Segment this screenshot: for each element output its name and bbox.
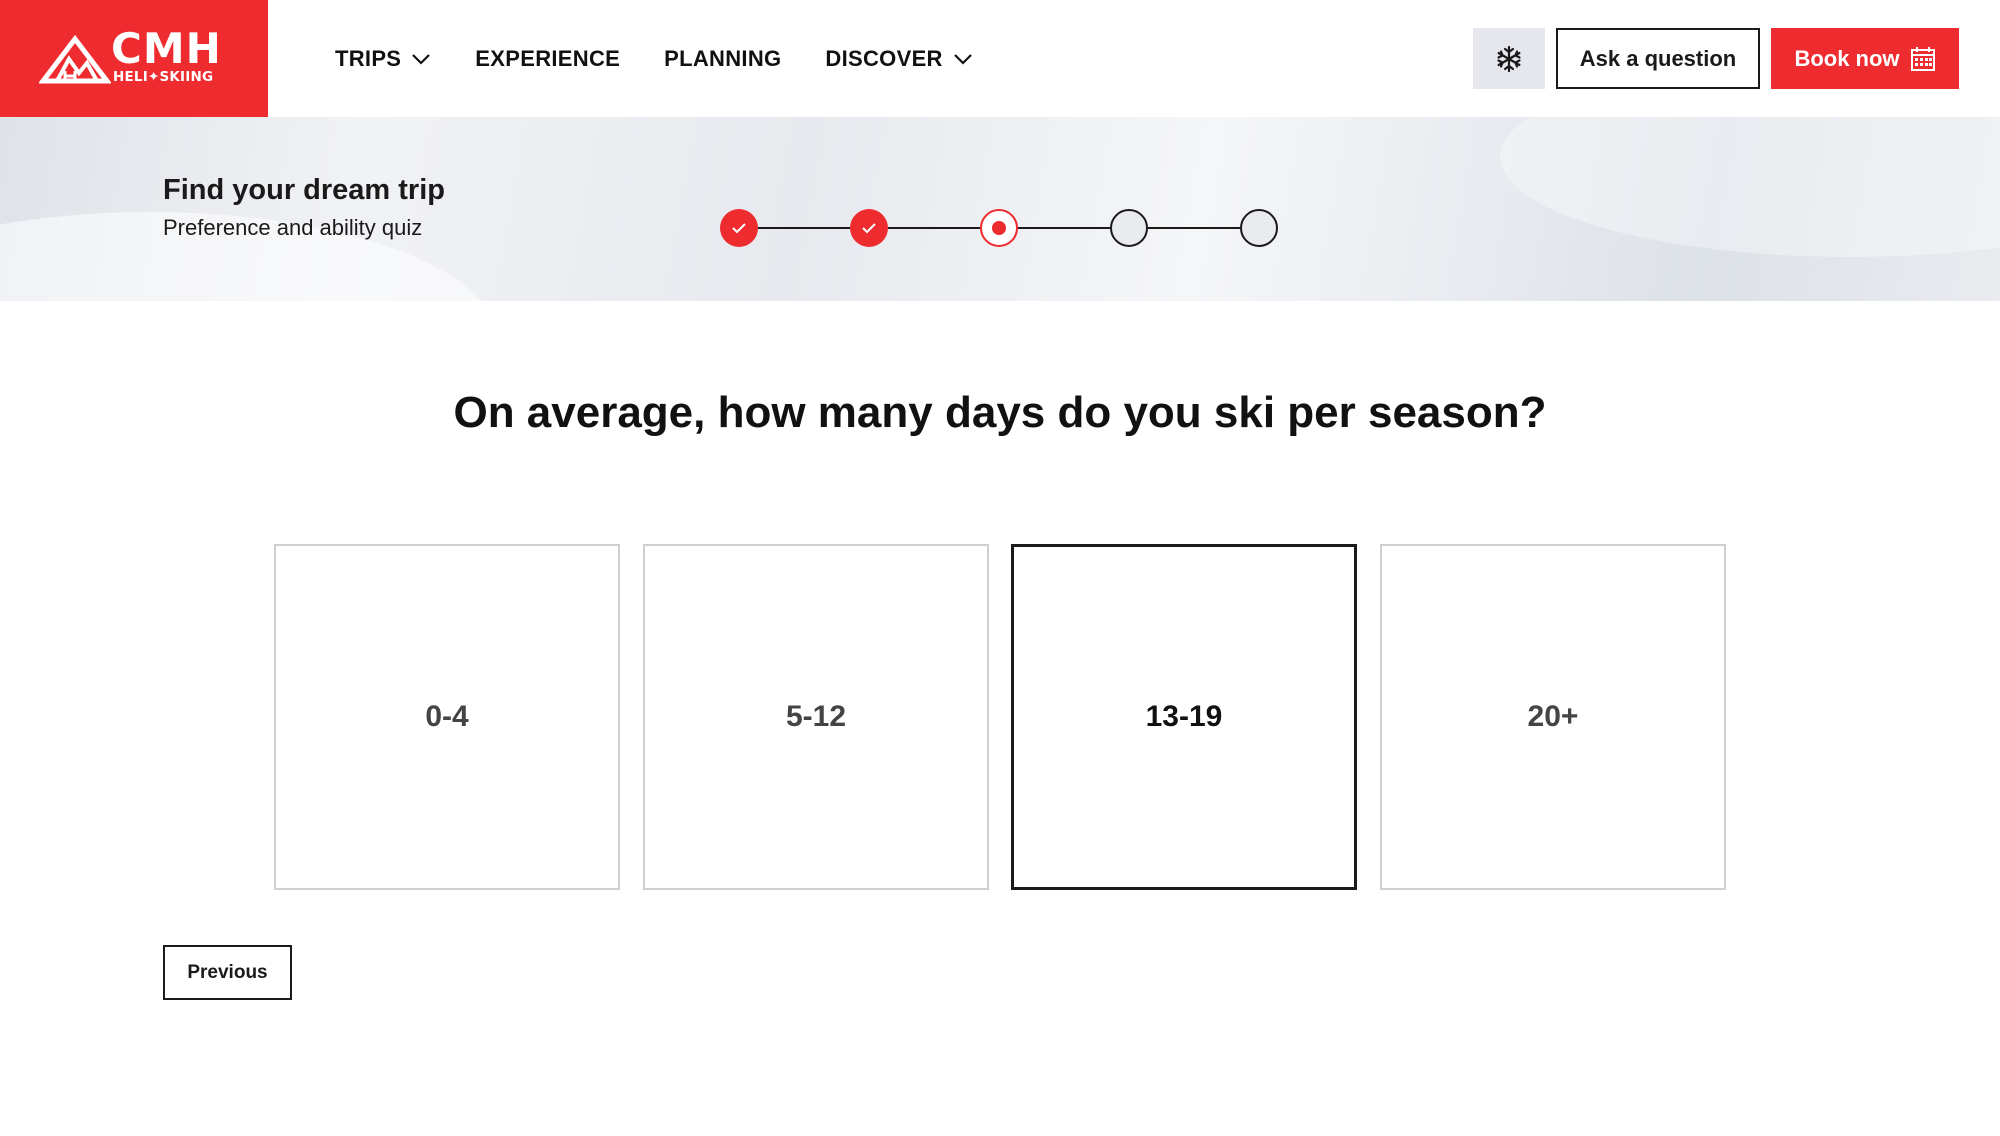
step-2-complete — [850, 209, 888, 247]
mountain-logo-icon — [39, 34, 111, 83]
quiz-progress-stepper — [720, 207, 1280, 257]
quiz-question: On average, how many days do you ski per… — [453, 388, 1547, 437]
chevron-down-icon — [412, 53, 431, 65]
step-4-pending — [1110, 209, 1148, 247]
step-connector — [1148, 227, 1240, 229]
current-step-dot — [992, 221, 1006, 235]
brand-tagline: HELI✦SKIING — [113, 68, 214, 85]
book-now-label: Book now — [1794, 45, 1900, 71]
step-connector — [888, 227, 980, 229]
option-label: 5-12 — [785, 700, 847, 733]
option-5-12[interactable]: 5-12 — [643, 544, 989, 890]
snowflake-icon — [1497, 45, 1521, 72]
nav-item-label: DISCOVER — [825, 45, 943, 71]
step-5-pending — [1240, 209, 1278, 247]
ask-question-button[interactable]: Ask a question — [1556, 28, 1760, 89]
step-1-complete — [720, 209, 758, 247]
quiz-title: Find your dream trip — [163, 174, 445, 206]
nav-item-label: PLANNING — [664, 45, 782, 71]
answer-options: 0-4 5-12 13-19 20+ — [274, 544, 1726, 890]
cmh-logo[interactable]: CMH HELI✦SKIING — [0, 0, 268, 117]
option-0-4[interactable]: 0-4 — [274, 544, 620, 890]
checkmark-icon — [732, 223, 746, 234]
nav-item-trips[interactable]: TRIPS — [335, 46, 431, 72]
brand-name: CMH — [111, 23, 222, 73]
option-13-19[interactable]: 13-19 — [1011, 544, 1357, 890]
option-20-plus[interactable]: 20+ — [1380, 544, 1726, 890]
snow-background-shape — [1500, 117, 2000, 257]
nav-item-label: EXPERIENCE — [475, 45, 621, 71]
chevron-down-icon — [953, 53, 972, 65]
quiz-subtitle: Preference and ability quiz — [163, 215, 423, 240]
nav-item-label: TRIPS — [335, 45, 402, 71]
previous-button[interactable]: Previous — [163, 945, 292, 1000]
step-connector — [1018, 227, 1110, 229]
step-3-current — [980, 209, 1018, 247]
main-nav: TRIPS EXPERIENCE PLANNING DISCOVER — [335, 0, 1017, 117]
calendar-icon — [1910, 46, 1935, 71]
quiz-hero-band: Find your dream trip Preference and abil… — [0, 117, 2000, 301]
logo-group: CMH HELI✦SKIING — [39, 23, 229, 89]
nav-item-experience[interactable]: EXPERIENCE — [475, 46, 620, 72]
option-label: 20+ — [1527, 700, 1579, 733]
option-label: 13-19 — [1145, 700, 1223, 733]
ask-question-label: Ask a question — [1579, 45, 1737, 71]
step-connector — [758, 227, 850, 229]
site-header: CMH HELI✦SKIING TRIPS EXPERIENCE PLANNIN… — [0, 0, 2000, 117]
checkmark-icon — [862, 223, 876, 234]
nav-item-discover[interactable]: DISCOVER — [825, 46, 972, 72]
snow-conditions-button[interactable] — [1473, 28, 1545, 89]
option-label: 0-4 — [425, 700, 469, 733]
nav-item-planning[interactable]: PLANNING — [664, 46, 781, 72]
book-now-button[interactable]: Book now — [1771, 28, 1959, 89]
previous-label: Previous — [187, 961, 268, 983]
